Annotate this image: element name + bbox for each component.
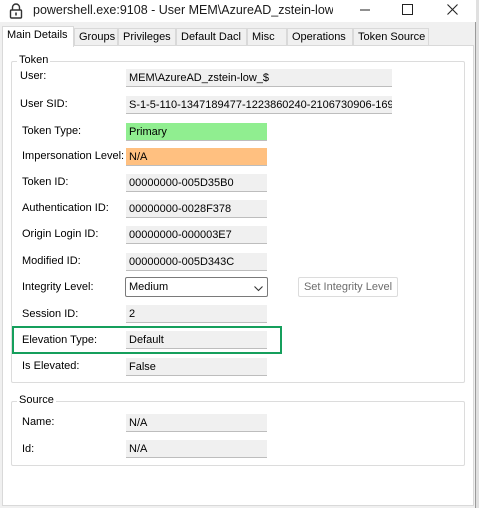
maximize-button[interactable] xyxy=(386,0,428,22)
chevron-down-icon xyxy=(254,283,263,295)
is-elevated-label: Is Elevated: xyxy=(22,360,80,372)
integrity-level-select[interactable]: Medium xyxy=(125,277,268,297)
modified-id-label: Modified ID: xyxy=(22,255,81,267)
impersonation-level-label: Impersonation Level: xyxy=(22,150,125,162)
source-name-label: Name: xyxy=(22,416,55,428)
minimize-button[interactable] xyxy=(344,0,386,22)
tab-main-details[interactable]: Main Details xyxy=(2,26,74,47)
integrity-level-label: Integrity Level: xyxy=(22,281,94,293)
maximize-icon xyxy=(401,4,413,18)
tab-privileges[interactable]: Privileges xyxy=(118,28,176,46)
modified-id-field[interactable]: 00000000-005D343C xyxy=(126,253,267,271)
token-type-field[interactable]: Primary xyxy=(126,123,267,141)
token-group-title: Token xyxy=(17,54,51,66)
token-id-label: Token ID: xyxy=(22,176,69,188)
user-field[interactable]: MEM\AzureAD_zstein-low_$ xyxy=(126,69,392,87)
session-id-field[interactable]: 2 xyxy=(126,305,267,323)
close-icon xyxy=(446,4,458,18)
title-bar: powershell.exe:9108 - User MEM\AzureAD_z… xyxy=(0,0,476,22)
tab-misc[interactable]: Misc xyxy=(247,28,287,46)
origin-login-id-field[interactable]: 00000000-000003E7 xyxy=(126,226,267,244)
source-group-title: Source xyxy=(17,394,56,406)
token-properties-window: powershell.exe:9108 - User MEM\AzureAD_z… xyxy=(0,0,476,508)
tab-operations[interactable]: Operations xyxy=(287,28,353,46)
user-sid-field[interactable]: S-1-5-110-1347189477-1223860240-21067309… xyxy=(126,96,392,114)
user-sid-label: User SID: xyxy=(20,98,68,110)
close-button[interactable] xyxy=(431,0,473,22)
source-name-field[interactable]: N/A xyxy=(126,414,267,432)
source-id-label: Id: xyxy=(22,443,35,455)
tab-token-source[interactable]: Token Source xyxy=(353,28,429,46)
authentication-id-field[interactable]: 00000000-0028F378 xyxy=(126,200,267,218)
session-id-label: Session ID: xyxy=(22,308,79,320)
tab-default-dacl[interactable]: Default Dacl xyxy=(176,28,247,46)
main-details-panel: Token User: MEM\AzureAD_zstein-low_$ Use… xyxy=(2,45,474,506)
user-label: User: xyxy=(20,70,47,82)
tab-groups[interactable]: Groups xyxy=(74,28,118,46)
authentication-id-label: Authentication ID: xyxy=(22,202,109,214)
tab-strip: Main Details Groups Privileges Default D… xyxy=(2,26,476,47)
set-integrity-level-button[interactable]: Set Integrity Level xyxy=(298,277,398,297)
is-elevated-field[interactable]: False xyxy=(126,358,267,376)
origin-login-id-label: Origin Login ID: xyxy=(22,228,99,240)
impersonation-level-field[interactable]: N/A xyxy=(126,148,267,166)
token-id-field[interactable]: 00000000-005D35B0 xyxy=(126,174,267,192)
minimize-icon xyxy=(360,5,370,18)
elevation-type-label: Elevation Type: xyxy=(22,334,98,346)
elevation-type-field[interactable]: Default xyxy=(126,331,267,349)
token-type-label: Token Type: xyxy=(22,125,82,137)
source-id-field[interactable]: N/A xyxy=(126,440,267,458)
integrity-level-value: Medium xyxy=(129,281,169,293)
window-title: powershell.exe:9108 - User MEM\AzureAD_z… xyxy=(33,3,333,17)
lock-icon xyxy=(9,3,23,19)
